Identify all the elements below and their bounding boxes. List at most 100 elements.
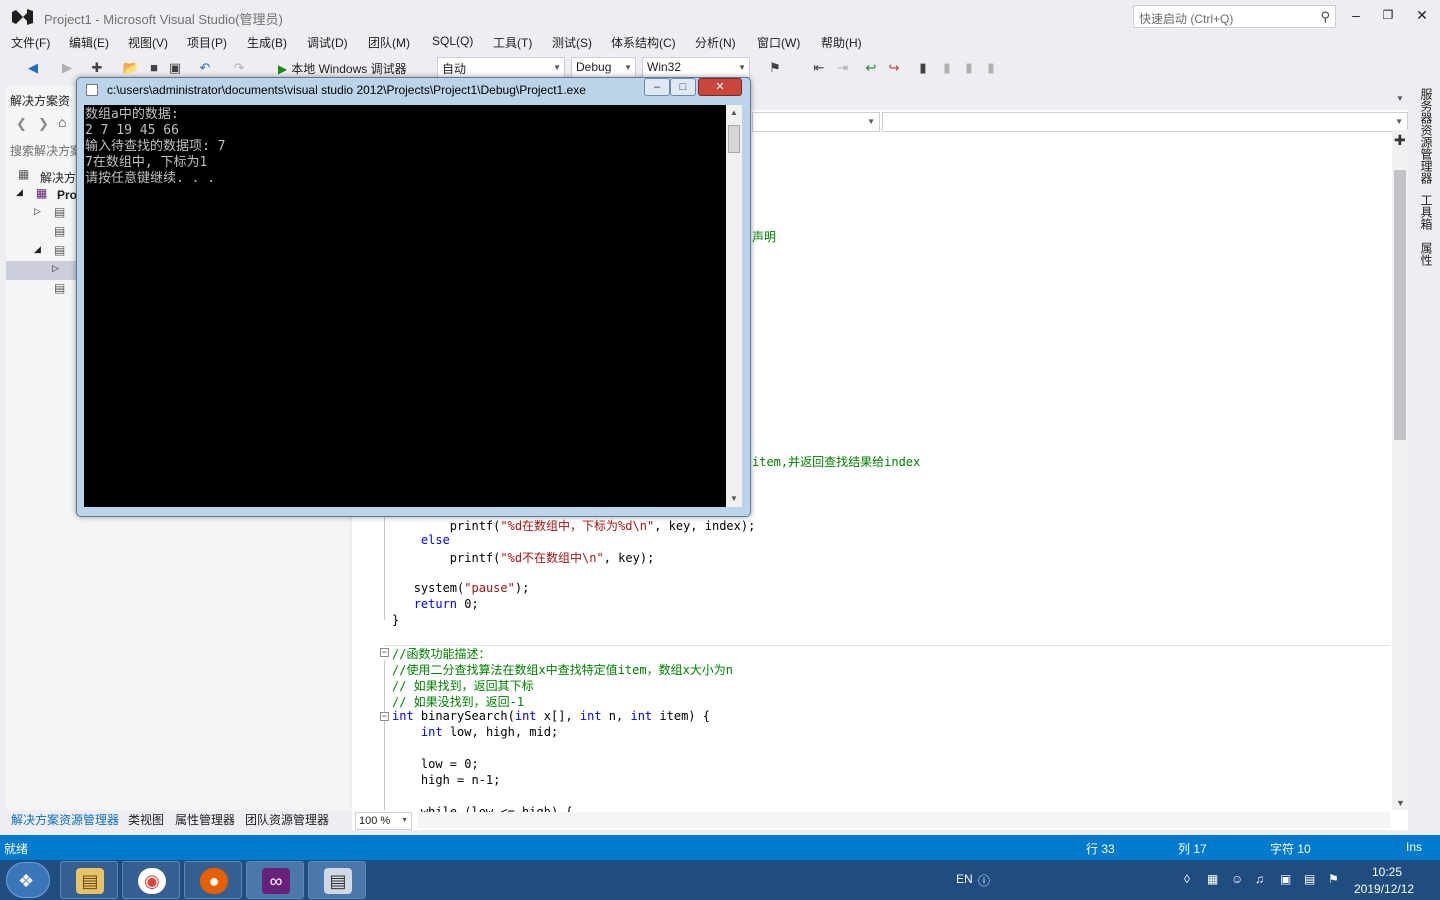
forward-icon[interactable]: ▶ bbox=[58, 59, 76, 77]
clear-bookmarks-icon[interactable]: ▮ bbox=[982, 59, 1000, 77]
console-line: 数组a中的数据: bbox=[85, 107, 179, 122]
menu-test[interactable]: 测试(S) bbox=[552, 34, 592, 51]
run-mode-combo[interactable]: 自动 ▼ bbox=[437, 57, 565, 78]
forward-icon[interactable]: ❯ bbox=[38, 116, 49, 132]
console-line: 请按任意键继续. . . bbox=[85, 171, 216, 186]
member-combo[interactable]: ▼ bbox=[882, 112, 1408, 132]
tab-properties[interactable]: 属性 bbox=[1418, 242, 1435, 266]
menu-help[interactable]: 帮助(H) bbox=[821, 34, 862, 51]
network-tray-icon[interactable]: ▦ bbox=[1207, 872, 1218, 886]
save-icon[interactable]: ■ bbox=[145, 59, 163, 77]
scope-combo[interactable]: ▼ bbox=[752, 112, 880, 132]
back-icon[interactable]: ◀ bbox=[24, 59, 42, 77]
platform-combo[interactable]: Win32 ▼ bbox=[642, 57, 750, 78]
outdent-icon[interactable]: ⇥ bbox=[834, 59, 852, 77]
start-button[interactable]: ❖ bbox=[6, 862, 50, 898]
scrollbar-thumb[interactable] bbox=[1394, 170, 1406, 440]
tree-item-label: Pro bbox=[57, 188, 78, 202]
taskbar-chrome[interactable]: ◉ bbox=[122, 861, 180, 899]
quick-launch-input[interactable]: 快速启动 (Ctrl+Q) ⚲ bbox=[1133, 5, 1336, 28]
save-all-icon[interactable]: ▣ bbox=[166, 59, 184, 77]
menu-debug[interactable]: 调试(D) bbox=[307, 34, 348, 51]
action-center-flag-icon[interactable]: ⚑ bbox=[1328, 872, 1339, 886]
taskbar-console[interactable]: ▤ bbox=[308, 861, 366, 899]
taskbar-visual-studio[interactable]: ∞ bbox=[246, 861, 304, 899]
taskbar-firefox[interactable]: ● bbox=[184, 861, 242, 899]
volume-icon[interactable]: ♫ bbox=[1255, 872, 1264, 886]
scroll-down-icon[interactable]: ▼ bbox=[1396, 798, 1405, 808]
code-line: int low, high, mid; bbox=[420, 725, 559, 739]
undo-icon[interactable]: ↶ bbox=[196, 59, 214, 77]
open-file-icon[interactable]: 📂 bbox=[122, 59, 140, 77]
find-in-files-icon[interactable]: ⚑ bbox=[766, 59, 784, 77]
code-line: high = n-1; bbox=[420, 773, 501, 787]
tab-server-explorer[interactable]: 服务器资源管理器 bbox=[1418, 88, 1435, 184]
start-debugging-button[interactable]: ▶ 本地 Windows 调试器 bbox=[276, 57, 431, 78]
indent-icon[interactable]: ⇤ bbox=[810, 59, 828, 77]
menu-architecture[interactable]: 体系结构(C) bbox=[611, 34, 676, 51]
console-scrollbar[interactable] bbox=[726, 105, 742, 507]
tab-property-manager[interactable]: 属性管理器 bbox=[175, 811, 235, 828]
menu-team[interactable]: 团队(M) bbox=[368, 34, 410, 51]
menu-project[interactable]: 项目(P) bbox=[187, 34, 227, 51]
tab-dropdown-icon[interactable]: ▼ bbox=[1396, 94, 1404, 103]
clock-time[interactable]: 10:25 bbox=[1372, 865, 1402, 879]
next-bookmark-icon[interactable]: ▮ bbox=[960, 59, 978, 77]
menu-view[interactable]: 视图(V) bbox=[128, 34, 168, 51]
prev-bookmark-icon[interactable]: ▮ bbox=[938, 59, 956, 77]
redo-icon[interactable]: ↷ bbox=[230, 59, 248, 77]
collapse-region-icon[interactable]: − bbox=[380, 712, 389, 721]
code-line: //函数功能描述： bbox=[392, 647, 491, 661]
monitor-icon[interactable]: ▤ bbox=[1304, 872, 1315, 886]
tab-team-explorer[interactable]: 团队资源管理器 bbox=[245, 811, 329, 828]
menu-build[interactable]: 生成(B) bbox=[247, 34, 287, 51]
horizontal-scrollbar[interactable] bbox=[418, 812, 1390, 828]
ime-icon[interactable]: ◊ bbox=[1184, 872, 1190, 886]
minimize-button[interactable]: – bbox=[1341, 4, 1371, 26]
help-icon[interactable]: ⓘ bbox=[978, 872, 990, 889]
configuration-value: Debug bbox=[576, 60, 612, 74]
display-icon[interactable]: ▣ bbox=[1280, 872, 1291, 886]
console-close-button[interactable]: ✕ bbox=[698, 78, 742, 96]
tab-class-view[interactable]: 类视图 bbox=[128, 811, 164, 828]
menu-analyze[interactable]: 分析(N) bbox=[695, 34, 736, 51]
console-scroll-thumb[interactable] bbox=[728, 125, 740, 153]
menu-edit[interactable]: 编辑(E) bbox=[69, 34, 109, 51]
bookmark-icon[interactable]: ▮ bbox=[914, 59, 932, 77]
new-project-icon[interactable]: ✚ bbox=[88, 59, 106, 77]
tab-solution-explorer[interactable]: 解决方案资源管理器 bbox=[11, 811, 119, 828]
back-icon[interactable]: ❮ bbox=[16, 116, 27, 132]
configuration-combo[interactable]: Debug ▼ bbox=[571, 57, 636, 78]
chrome-icon: ◉ bbox=[138, 868, 166, 894]
scroll-down-icon[interactable]: ▼ bbox=[730, 494, 738, 503]
status-char: 字符 10 bbox=[1270, 842, 1311, 856]
solution-search-input[interactable]: 搜索解决方案 bbox=[10, 142, 82, 159]
code-line: int binarySearch(int x[], int n, int ite… bbox=[392, 709, 710, 723]
zoom-combo[interactable]: 100 % ▼ bbox=[355, 812, 412, 830]
split-icon[interactable]: ✚ bbox=[1394, 132, 1406, 149]
close-button[interactable]: ✕ bbox=[1407, 4, 1437, 26]
taskbar-explorer[interactable]: ▤ bbox=[60, 861, 118, 899]
window-title: Project1 - Microsoft Visual Studio(管理员) bbox=[44, 12, 283, 27]
scroll-up-icon[interactable]: ▲ bbox=[730, 108, 738, 117]
menu-sql[interactable]: SQL(Q) bbox=[432, 34, 473, 48]
menu-window[interactable]: 窗口(W) bbox=[757, 34, 800, 51]
quick-launch-placeholder: 快速启动 (Ctrl+Q) bbox=[1139, 12, 1234, 26]
menu-bar: 文件(F) 编辑(E) 视图(V) 项目(P) 生成(B) 调试(D) 团队(M… bbox=[0, 32, 1440, 52]
comment-icon[interactable]: ↩ bbox=[862, 59, 880, 77]
clock-date[interactable]: 2019/12/12 bbox=[1354, 882, 1414, 896]
menu-file[interactable]: 文件(F) bbox=[11, 34, 50, 51]
collapse-region-icon[interactable]: − bbox=[380, 648, 389, 657]
user-tray-icon[interactable]: ☺ bbox=[1231, 872, 1243, 886]
status-insert-mode: Ins bbox=[1406, 840, 1423, 854]
code-fragment: item,并返回查找结果给index bbox=[752, 455, 921, 469]
solution-icon: ▦ bbox=[18, 167, 30, 181]
language-indicator[interactable]: EN bbox=[956, 872, 973, 886]
console-minimize-button[interactable]: – bbox=[644, 78, 670, 96]
menu-tools[interactable]: 工具(T) bbox=[493, 34, 532, 51]
console-maximize-button[interactable]: □ bbox=[670, 78, 696, 96]
home-icon[interactable]: ⌂ bbox=[58, 114, 66, 130]
restore-button[interactable]: ❐ bbox=[1373, 4, 1403, 26]
tab-toolbox[interactable]: 工具箱 bbox=[1418, 194, 1435, 230]
uncomment-icon[interactable]: ↪ bbox=[885, 59, 903, 77]
